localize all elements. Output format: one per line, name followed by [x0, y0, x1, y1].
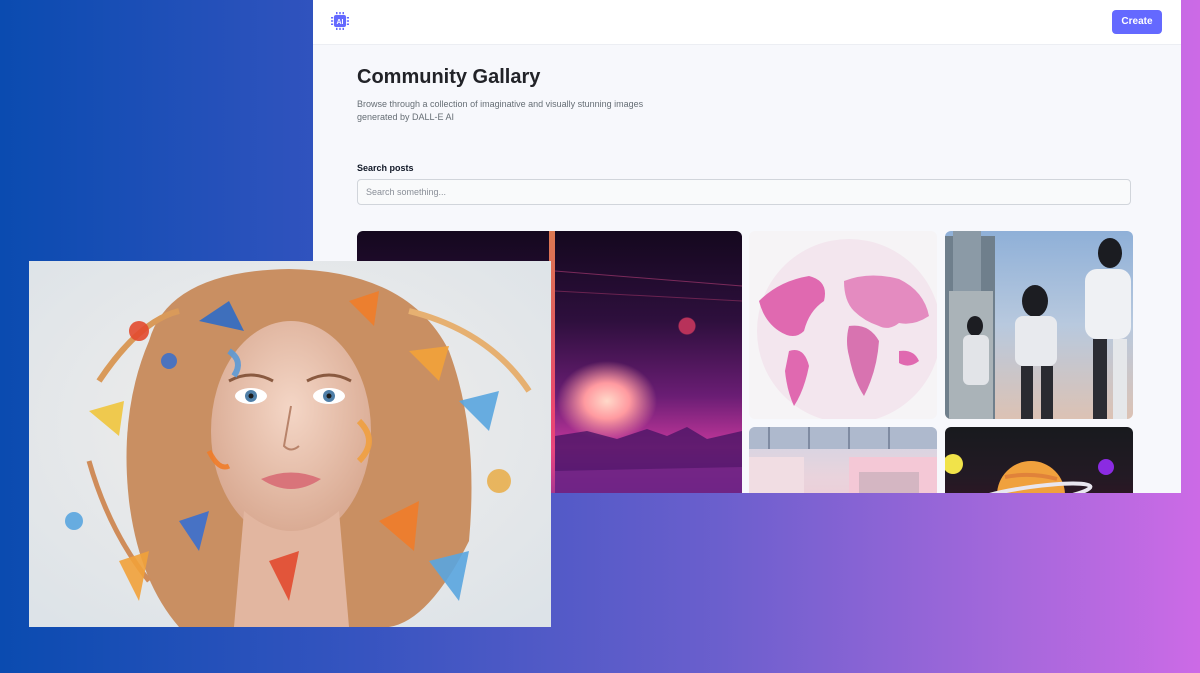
robots-graphic	[945, 231, 1131, 419]
logo-text: AI	[337, 19, 344, 26]
world-map-graphic	[757, 239, 937, 419]
featured-portrait-image	[29, 261, 551, 627]
portrait-graphic	[29, 261, 551, 627]
search-input[interactable]	[357, 179, 1131, 205]
logo[interactable]: AI	[331, 12, 349, 30]
chip-icon: AI	[331, 12, 349, 30]
create-button[interactable]: Create	[1112, 10, 1162, 34]
world-map-image[interactable]	[749, 231, 937, 419]
page-title: Community Gallary	[357, 66, 541, 88]
page-subtitle: Browse through a collection of imaginati…	[357, 99, 644, 122]
planet-graphic	[945, 454, 1114, 493]
search-label: Search posts	[357, 163, 414, 173]
planet-image[interactable]	[945, 427, 1133, 493]
building-image[interactable]	[749, 427, 937, 493]
building-graphic	[749, 427, 937, 493]
robots-image[interactable]	[945, 231, 1133, 419]
app-header: AI Create	[313, 0, 1181, 45]
